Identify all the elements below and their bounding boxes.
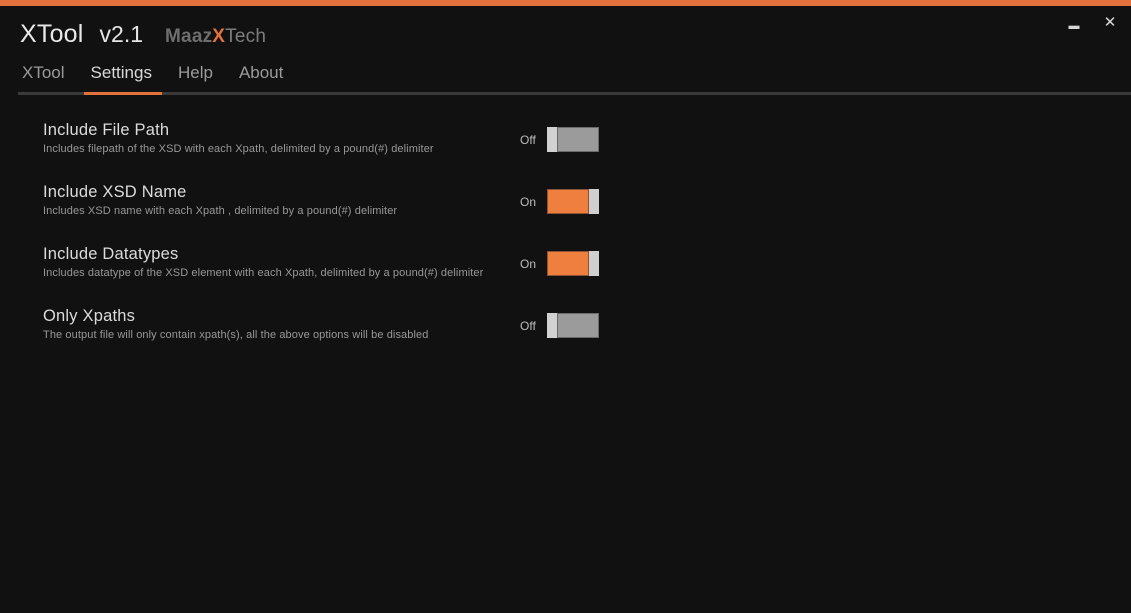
toggle-thumb <box>547 313 557 338</box>
tab-bar: XTool Settings Help About <box>20 60 1131 86</box>
tab-about[interactable]: About <box>237 63 285 86</box>
title-row: XTool v2.1 MaazXTech <box>20 20 1131 50</box>
setting-row-include-datatypes: Include Datatypes Includes datatype of t… <box>0 236 1131 298</box>
setting-row-only-xpaths: Only Xpaths The output file will only co… <box>0 298 1131 360</box>
application-window: ▬ ✕ XTool v2.1 MaazXTech XTool Settings … <box>0 0 1131 613</box>
setting-row-include-file-path: Include File Path Includes filepath of t… <box>0 112 1131 174</box>
toggle-track <box>547 189 589 214</box>
tab-settings[interactable]: Settings <box>89 63 154 86</box>
toggle-state-label: Off <box>520 132 536 147</box>
toggle-state-label: On <box>520 194 537 209</box>
toggle-thumb <box>589 251 599 276</box>
app-header: XTool v2.1 MaazXTech XTool Settings Help… <box>20 20 1131 86</box>
tab-active-indicator <box>84 92 162 95</box>
tab-help[interactable]: Help <box>176 63 215 86</box>
toggle-thumb <box>589 189 599 214</box>
toggle-only-xpaths[interactable] <box>547 313 599 338</box>
toggle-thumb <box>547 127 557 152</box>
toggle-track <box>547 251 589 276</box>
toggle-include-xsd-name[interactable] <box>547 189 599 214</box>
brand-part-maaz: Maaz <box>165 26 213 47</box>
app-title: XTool <box>20 20 84 48</box>
toggle-group-include-xsd-name: On <box>520 189 599 214</box>
toggle-track <box>557 127 599 152</box>
toggle-include-file-path[interactable] <box>547 127 599 152</box>
app-version: v2.1 <box>99 21 144 47</box>
toggle-group-only-xpaths: Off <box>520 313 599 338</box>
brand-part-x: X <box>212 26 226 47</box>
toggle-include-datatypes[interactable] <box>547 251 599 276</box>
toggle-state-label: Off <box>520 318 536 333</box>
brand-part-tech: Tech <box>225 26 267 47</box>
setting-row-include-xsd-name: Include XSD Name Includes XSD name with … <box>0 174 1131 236</box>
toggle-state-label: On <box>520 256 537 271</box>
tab-underline <box>18 92 1131 95</box>
toggle-group-include-file-path: Off <box>520 127 599 152</box>
toggle-group-include-datatypes: On <box>520 251 599 276</box>
settings-list: Include File Path Includes filepath of t… <box>0 112 1131 360</box>
tab-xtool[interactable]: XTool <box>20 63 67 86</box>
toggle-track <box>557 313 599 338</box>
brand-logo: MaazXTech <box>165 26 266 48</box>
